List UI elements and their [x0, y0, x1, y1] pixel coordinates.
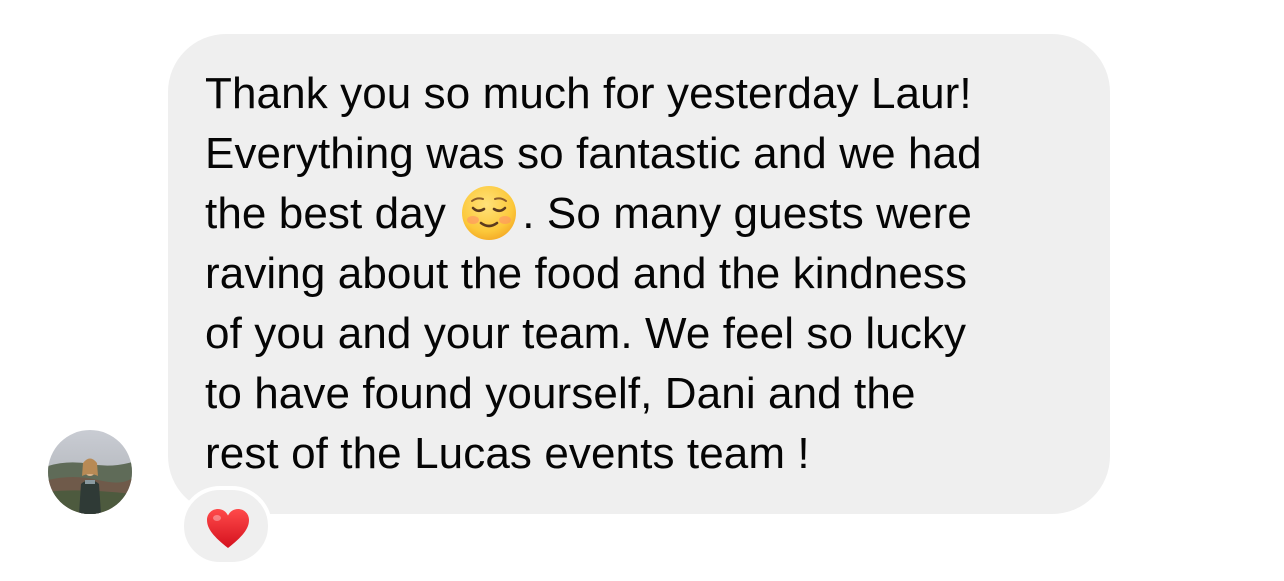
- message-line-with-emoji: the best day . So many guests were: [205, 184, 982, 244]
- message-text: Thank you so much for yesterday Laur! Ev…: [205, 64, 982, 484]
- message-line-segment: the best day: [205, 189, 459, 238]
- sender-avatar[interactable]: [48, 430, 132, 514]
- message-line: rest of the Lucas events team !: [205, 429, 810, 478]
- message-bubble[interactable]: Thank you so much for yesterday Laur! Ev…: [168, 34, 1110, 514]
- message-line: Thank you so much for yesterday Laur!: [205, 69, 972, 118]
- message-line: to have found yourself, Dani and the: [205, 369, 916, 418]
- message-line: of you and your team. We feel so lucky: [205, 309, 967, 358]
- message-line: Everything was so fantastic and we had: [205, 129, 982, 178]
- message-line-segment: . So many guests were: [522, 189, 972, 238]
- reaction-badge[interactable]: [180, 486, 272, 566]
- heart-icon: [207, 509, 249, 548]
- relieved-face-emoji-icon: [462, 186, 517, 240]
- message-line: raving about the food and the kindness: [205, 249, 968, 298]
